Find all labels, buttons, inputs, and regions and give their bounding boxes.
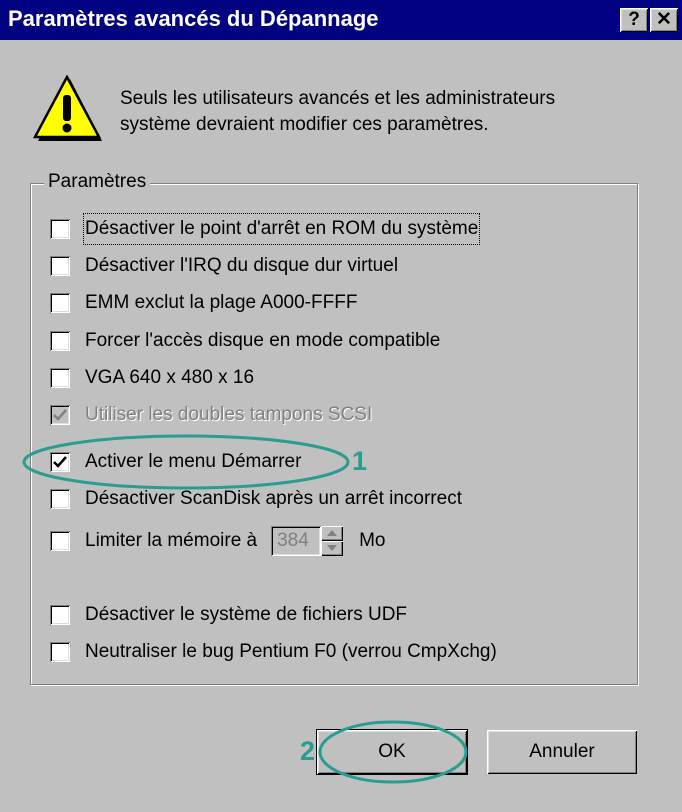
annotation-ellipse-1 bbox=[22, 434, 350, 490]
annotation-overlay bbox=[22, 434, 468, 784]
annotation-marker-1: 1 bbox=[352, 446, 368, 476]
annotation-marker-2: 2 bbox=[300, 736, 316, 766]
annotation-ellipse-2 bbox=[318, 720, 468, 784]
